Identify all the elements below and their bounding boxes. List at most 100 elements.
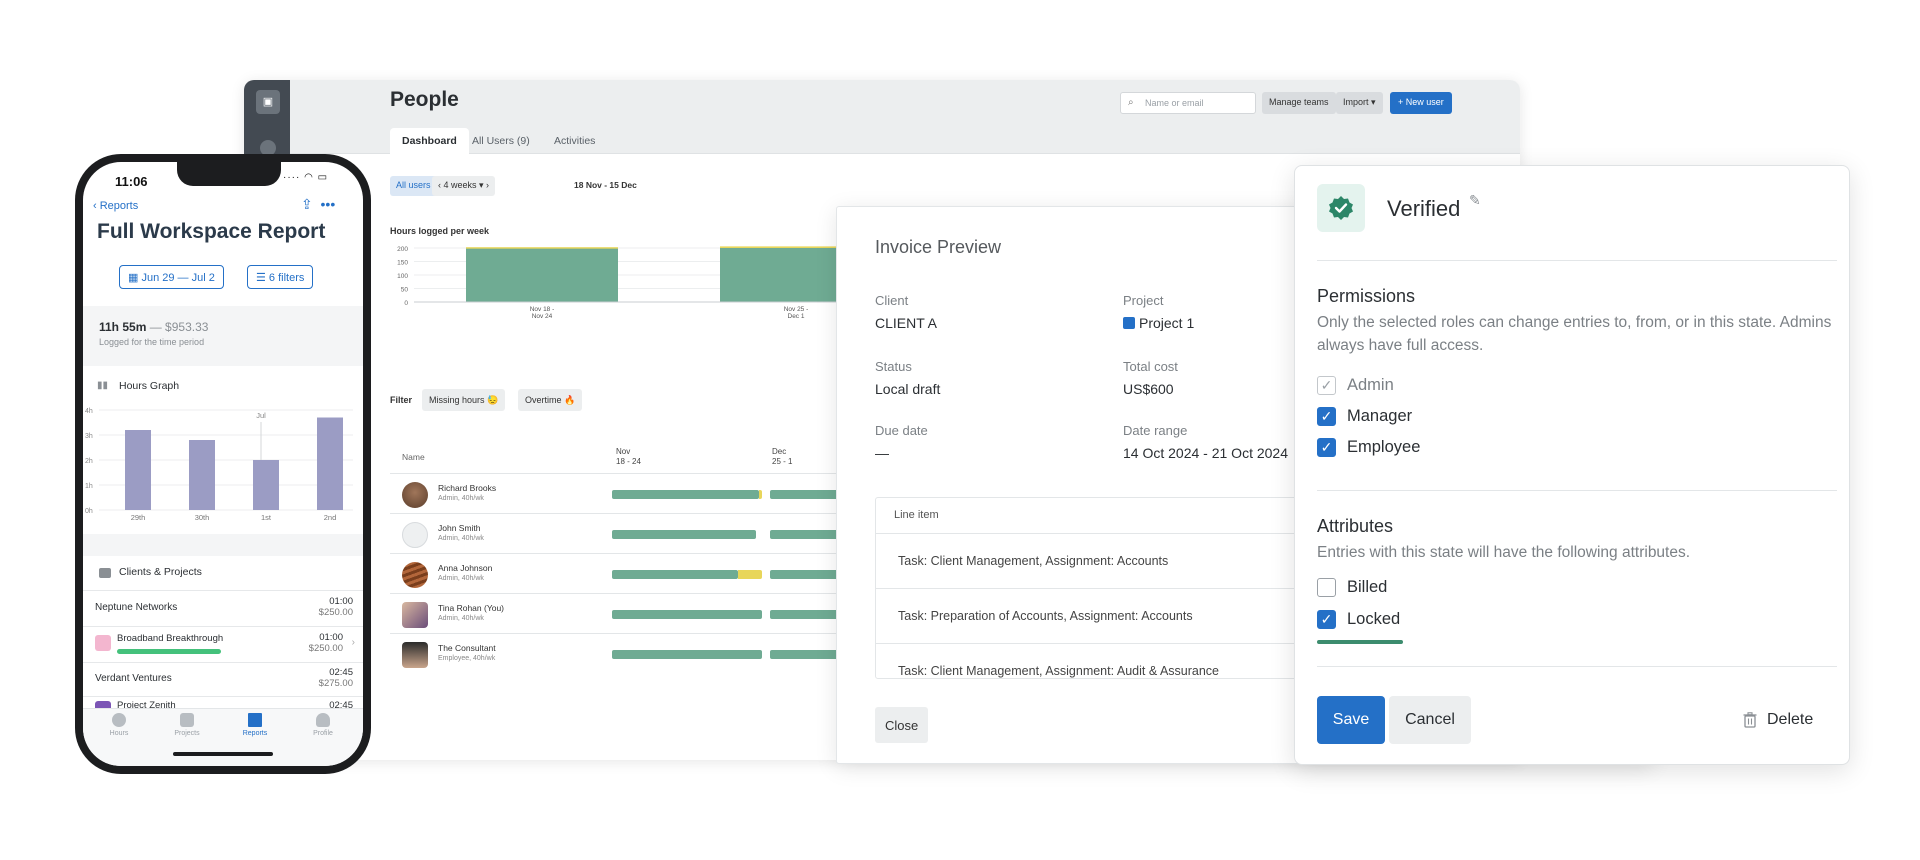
checkbox[interactable]: ✓ (1317, 407, 1336, 426)
save-button[interactable]: Save (1317, 696, 1385, 744)
hours-bar (612, 570, 738, 579)
tab-reports[interactable]: Reports (227, 713, 283, 737)
x-tick-label: 29th (131, 513, 146, 522)
more-icon[interactable]: ••• (321, 196, 336, 212)
checkbox[interactable]: ✓ (1317, 610, 1336, 629)
overtime-chip[interactable]: Overtime 🔥 (518, 389, 583, 411)
tab-label: Projects (174, 730, 200, 737)
x-tick-label: 1st (261, 513, 272, 522)
y-tick-label: 3h (85, 433, 93, 440)
user-role: Admin, 40h/wk (438, 615, 484, 622)
y-tick-label: 50 (401, 287, 409, 294)
filters-button[interactable]: ☰ 6 filters (247, 265, 314, 289)
report-title: Full Workspace Report (97, 220, 326, 243)
x-tick-label: Dec 1 (788, 313, 805, 320)
missing-hours-chip[interactable]: Missing hours 😓 (422, 389, 506, 411)
x-tick-label: Nov 18 - (530, 306, 555, 313)
state-title[interactable]: Verified (1387, 196, 1460, 222)
date-range-button[interactable]: ▦ Jun 29 — Jul 2 (119, 265, 224, 289)
filters-text: 6 filters (268, 272, 305, 284)
back-button[interactable]: ‹ Reports (93, 200, 138, 212)
overtime-bar (738, 570, 762, 579)
search-placeholder: Name or email (1145, 98, 1204, 108)
share-more-icons[interactable]: ⇪ ••• (301, 196, 335, 213)
client-name: Verdant Ventures (95, 673, 172, 684)
home-indicator (173, 752, 273, 756)
bar-chart-icon: ▮▮ (97, 380, 109, 391)
tab-label: Reports (242, 730, 268, 737)
y-tick-label: 1h (85, 483, 93, 490)
tab-label: Hours (109, 730, 129, 737)
workspace-logo-icon[interactable]: ▣ (256, 90, 280, 114)
briefcase-icon (99, 568, 111, 578)
total-hours: 11h 55m (99, 320, 147, 334)
client-value: CLIENT A (875, 315, 937, 331)
calendar-icon: ▦ (128, 272, 142, 284)
divider (1317, 666, 1837, 667)
project-color-swatch (95, 635, 111, 651)
manage-teams-button[interactable]: Manage teams (1262, 92, 1336, 114)
bar (125, 430, 151, 510)
cancel-button[interactable]: Cancel (1389, 696, 1471, 744)
share-icon[interactable]: ⇪ (301, 196, 313, 212)
y-tick-label: 100 (397, 273, 408, 280)
bar (466, 248, 618, 302)
close-button[interactable]: Close (875, 707, 929, 743)
period-month: Dec (772, 447, 787, 456)
overtime-bar (759, 490, 762, 499)
checkbox[interactable] (1317, 578, 1336, 597)
phone-frame: 11:06 ···· ◠ ▭ ‹ Reports ⇪ ••• Full Work… (75, 154, 371, 774)
summary-area (83, 306, 363, 366)
tab-activities[interactable]: Activities (542, 128, 607, 154)
bar-chart-icon (248, 713, 262, 727)
client-row[interactable]: Neptune Networks 01:00 $250.00 (83, 590, 363, 626)
search-input[interactable]: ⌕ Name or email (1120, 92, 1256, 114)
y-tick-label: 0h (85, 508, 93, 515)
delete-label: Delete (1767, 711, 1814, 728)
total-cost-label: Total cost (1123, 359, 1178, 374)
hours-bar (612, 530, 756, 539)
checkbox[interactable]: ✓ (1317, 376, 1336, 395)
avatar (402, 562, 428, 588)
checkbox[interactable]: ✓ (1317, 438, 1336, 457)
import-button[interactable]: Import ▾ (1336, 92, 1383, 114)
total-cost-value: US$600 (1123, 381, 1174, 397)
time-value: 02:45 (329, 667, 353, 678)
section-separator (83, 534, 363, 556)
weeks-selector[interactable]: ‹ 4 weeks ▾ › (432, 176, 496, 196)
project-row[interactable]: Broadband Breakthrough 01:00 $250.00 › (83, 626, 363, 662)
clock-icon (112, 713, 126, 727)
pencil-icon[interactable]: ✎ (1469, 192, 1481, 209)
tab-hours[interactable]: Hours (91, 713, 147, 737)
attributes-description: Entries with this state will have the fo… (1317, 544, 1691, 561)
delete-button[interactable]: Delete (1743, 706, 1813, 734)
page-header: People ⌕ Name or email Manage teams Impo… (290, 80, 1520, 154)
x-tick-label: 30th (195, 513, 210, 522)
period-header-nov: Nov 18 - 24 (616, 447, 641, 467)
page-title: People (390, 88, 459, 111)
tab-profile[interactable]: Profile (295, 713, 351, 737)
project-time: 01:00 $250.00 (309, 632, 343, 654)
x-tick-label: Nov 24 (532, 313, 553, 320)
time-value: 01:00 (319, 632, 343, 643)
tab-all-users[interactable]: All Users (9) (460, 128, 542, 154)
date-range-label: Date range (1123, 423, 1188, 438)
project-name: Broadband Breakthrough (117, 633, 224, 644)
amount-value: $250.00 (308, 643, 343, 654)
trash-icon (1743, 712, 1757, 728)
client-row[interactable]: Verdant Ventures 02:45 $275.00 (83, 662, 363, 696)
status-label: Status (875, 359, 912, 374)
y-tick-label: 0 (404, 300, 408, 307)
y-tick-label: 4h (85, 408, 93, 415)
briefcase-icon (180, 713, 194, 727)
x-tick-label: Nov 25 - (784, 306, 809, 313)
new-user-button[interactable]: + New user (1390, 92, 1452, 114)
tab-dashboard[interactable]: Dashboard (390, 128, 469, 154)
avatar (402, 482, 428, 508)
bar (189, 440, 215, 510)
due-date-value: — (875, 445, 889, 461)
checkbox-label: Employee (1347, 438, 1421, 456)
tab-projects[interactable]: Projects (159, 713, 215, 737)
tab-label: Profile (313, 730, 333, 737)
status-value: Local draft (875, 381, 941, 397)
